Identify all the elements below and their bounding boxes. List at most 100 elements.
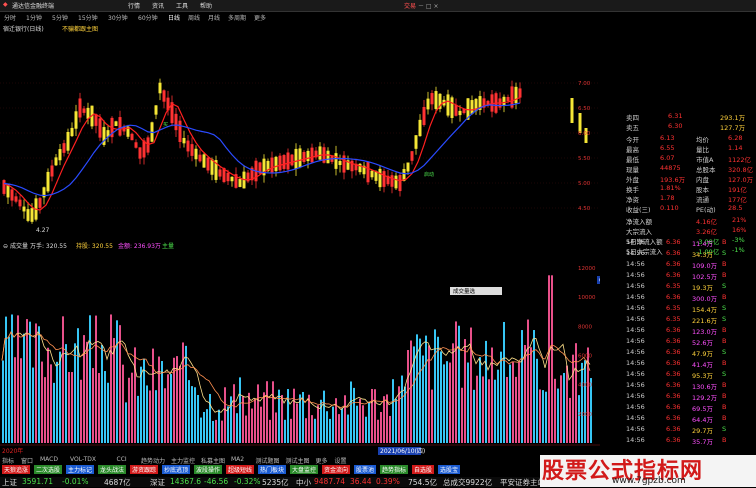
volume-bar [32, 367, 34, 443]
strategy-tab[interactable]: 波段操作 [194, 465, 223, 474]
index-label[interactable]: 深证 [150, 477, 165, 488]
volume-bar [257, 384, 259, 443]
indicator-tab[interactable]: MA2 [231, 456, 244, 463]
indicator-tab[interactable]: VOL-TDX [70, 456, 96, 463]
indicator-tab[interactable]: 更多 [316, 456, 328, 465]
candle-body [286, 152, 290, 170]
tick-time: 14:56 [626, 403, 645, 411]
tick-price: 6.36 [666, 249, 681, 257]
volume-bar [53, 382, 55, 443]
strategy-tab[interactable]: 龙头战法 [98, 465, 127, 474]
period-tab[interactable]: 30分钟 [108, 13, 128, 22]
tick-price: 6.36 [666, 348, 681, 356]
volume-bar [524, 345, 526, 443]
volume-bar [215, 419, 217, 443]
candle-body [426, 98, 430, 110]
volume-bar [461, 387, 463, 443]
index-value: 9487.74 [314, 477, 346, 486]
period-tab[interactable]: 多周期 [228, 13, 246, 22]
index-points: -46.56 [204, 477, 229, 486]
tick-volume: 109.0万 [692, 262, 718, 270]
candle-body [298, 148, 302, 168]
volume-bar [269, 419, 271, 443]
period-tab[interactable]: 分时 [4, 13, 16, 22]
strategy-tab[interactable]: 抄底逃顶 [162, 465, 191, 474]
strategy-tab[interactable]: 热门板块 [258, 465, 287, 474]
volume-bar [566, 365, 568, 443]
tick-time: 14:56 [626, 315, 645, 323]
indicator-tab[interactable]: MACD [40, 456, 58, 463]
strategy-tab[interactable]: 选股宝 [438, 465, 461, 474]
indicator-tab[interactable]: 窗口 [21, 456, 33, 465]
kline-chart[interactable]: 7.00 6.50 6.00 5.50 5.00 4.50 4.27 买 启动 ⊖ 成交量… [0, 33, 600, 455]
indicator-tab[interactable]: 主力监控 [171, 456, 195, 465]
volume-bar [74, 343, 76, 443]
price-tick: 4.50 [578, 206, 591, 212]
tick-price: 6.35 [666, 304, 681, 312]
strategy-tab[interactable]: 天狼追涨 [2, 465, 31, 474]
ask-volume: 293.1万 [720, 114, 746, 122]
stat-label: 现量 [626, 166, 639, 174]
strategy-tab[interactable]: 主力标记 [66, 465, 95, 474]
stat-value: 6.13 [660, 134, 675, 142]
volume-bar [374, 389, 376, 443]
period-tab[interactable]: 5分钟 [52, 13, 68, 22]
period-tab[interactable]: 60分钟 [138, 13, 158, 22]
stat-row: 净资 1.78 流通 177亿 [600, 194, 756, 204]
volume-bar [209, 393, 211, 443]
indicator-tab[interactable]: 私募主图 [201, 456, 225, 465]
candle-body [114, 121, 118, 126]
indicator-tab[interactable]: 测试主图 [286, 456, 310, 465]
period-tab[interactable]: 1分钟 [26, 13, 42, 22]
strategy-tab[interactable]: 自选股 [412, 465, 435, 474]
menu-item[interactable]: 行情 [128, 1, 140, 10]
strategy-tab[interactable]: 趋势指标 [380, 465, 409, 474]
candle-body [26, 209, 30, 221]
index-label[interactable]: 中小 [296, 477, 311, 488]
strategy-tab[interactable]: 股票池 [354, 465, 377, 474]
candle-body [66, 131, 70, 151]
status-bar: 上证 3591.71 -0.01% 4687亿 深证 14367.6 -46.5… [0, 477, 545, 488]
indicator-tab[interactable]: 趋势动力 [141, 456, 165, 465]
volume-bar [23, 333, 25, 443]
volume-bar [56, 361, 58, 443]
volume-bar [563, 372, 565, 443]
period-tab[interactable]: 周线 [188, 13, 200, 22]
stat-row: 最高 6.55 量比 1.14 [600, 144, 756, 154]
tick-volume: 300.0万 [692, 295, 718, 303]
volume-bar [554, 378, 556, 443]
stat-value: 28.5 [728, 204, 743, 212]
indicator-tab[interactable]: 设置 [335, 456, 347, 465]
stat-label: 收益(三) [626, 206, 651, 214]
indicator-tab[interactable]: 测试题图 [256, 456, 280, 465]
menu-item[interactable]: 资讯 [152, 1, 164, 10]
volume-bar [578, 395, 580, 443]
volume-bar [362, 405, 364, 443]
indicator-tab[interactable]: 指标 [2, 456, 14, 465]
index-label[interactable]: 上证 [2, 477, 17, 488]
period-tab[interactable]: 更多 [254, 13, 266, 22]
candle-body [6, 184, 10, 198]
volume-bar [146, 385, 148, 443]
period-tab[interactable]: 15分钟 [78, 13, 98, 22]
volume-bar [65, 344, 67, 443]
strategy-tab[interactable]: 游资跟踪 [130, 465, 159, 474]
trade-button[interactable]: 交易 [404, 1, 416, 10]
indicator-info-bar: 宿迁银行(日线) 不骗都跟主图 [0, 23, 600, 33]
period-tab[interactable]: 月线 [208, 13, 220, 22]
strategy-tab[interactable]: 大盘监控 [290, 465, 319, 474]
volume-bar [347, 414, 349, 443]
strategy-tab[interactable]: 资金流向 [322, 465, 351, 474]
tick-direction: S [722, 370, 727, 378]
strategy-tab[interactable]: 二次选股 [34, 465, 63, 474]
menu-item[interactable]: 工具 [176, 1, 188, 10]
menu-item[interactable]: 帮助 [200, 1, 212, 10]
date-axis: 2020年 2021/06/10(四) [0, 444, 600, 455]
period-tab-active[interactable]: 日线 [168, 13, 180, 22]
strategy-tab[interactable]: 超级短线 [226, 465, 255, 474]
flow-label: 大宗流入 [626, 228, 652, 236]
volume-bar [476, 375, 478, 443]
indicator-label[interactable]: 不骗都跟主图 [62, 24, 98, 33]
window-controls[interactable]: － □ × [418, 1, 439, 10]
indicator-tab[interactable]: CCI [117, 456, 127, 463]
